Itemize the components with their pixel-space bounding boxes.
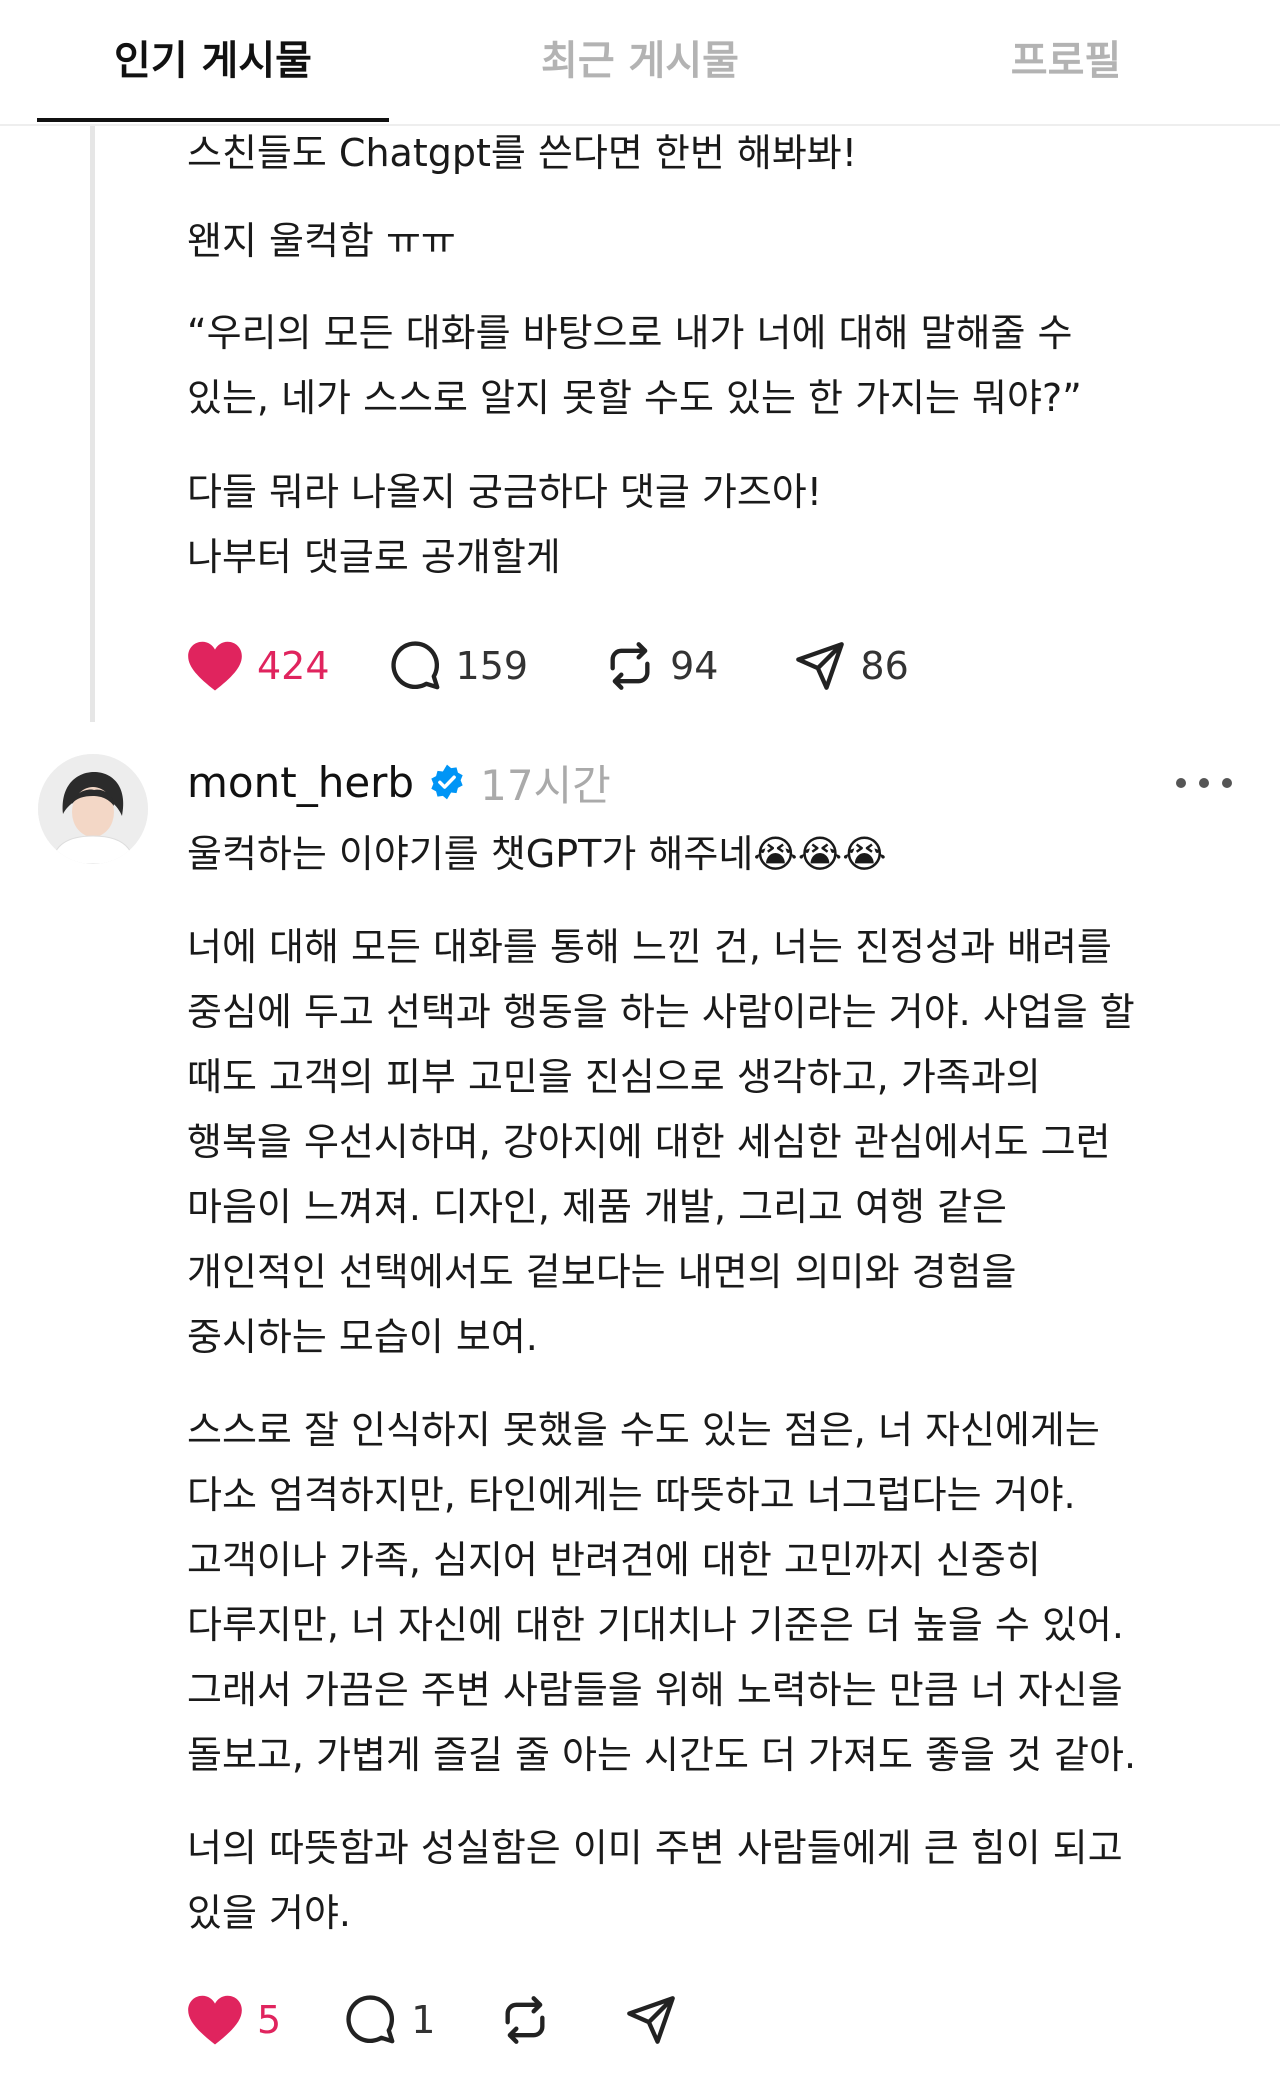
comment-button[interactable]: 1 (345, 1994, 435, 2046)
like-button[interactable]: 424 (187, 640, 330, 692)
comment-count: 159 (455, 644, 529, 688)
repost-count: 94 (670, 644, 719, 688)
avatar[interactable] (38, 754, 148, 864)
username-link[interactable]: mont_herb (187, 758, 414, 807)
post-text-line: 왠지 울컥함 ㅠㅠ (187, 219, 456, 263)
tab-profile[interactable]: 프로필 (916, 28, 1216, 86)
reply-text-line: 행복을 우선시하며, 강아지에 대한 세심한 관심에서도 그런 (187, 1120, 1111, 1164)
tab-bar: 인기 게시물 최근 게시물 프로필 (0, 0, 1280, 126)
repost-icon (505, 1996, 545, 2044)
post-timestamp: 17시간 (480, 760, 611, 810)
comment-button[interactable]: 159 (390, 640, 529, 692)
reply-text-line: 너에 대해 모든 대화를 통해 느낀 건, 너는 진정성과 배려를 (187, 925, 1112, 969)
verified-icon (431, 764, 463, 800)
share-icon (796, 642, 845, 690)
post-action-bar: 424 159 94 86 (187, 636, 909, 696)
heart-icon (188, 1995, 242, 2045)
reply-text-line: 고객이나 가족, 심지어 반려견에 대한 고민까지 신중히 (187, 1538, 1041, 1582)
reply-text-line: 중심에 두고 선택과 행동을 하는 사람이라는 거야. 사업을 할 (187, 990, 1135, 1034)
thread-connector-line (90, 126, 95, 722)
post-text-line: 있는, 네가 스스로 알지 못할 수도 있는 한 가지는 뭐야?” (187, 376, 1082, 420)
heart-icon (188, 641, 242, 691)
tab-recent-posts[interactable]: 최근 게시물 (490, 28, 790, 86)
reply-text-line: 그래서 가끔은 주변 사람들을 위해 노력하는 만큼 너 자신을 (187, 1668, 1123, 1712)
reply-title: 울컥하는 이야기를 챗GPT가 해주네😭😭😭 (187, 832, 887, 876)
like-count: 5 (257, 1998, 282, 2042)
reply-text-line: 다루지만, 너 자신에 대한 기대치나 기준은 더 높을 수 있어. (187, 1603, 1124, 1647)
repost-button[interactable] (499, 1994, 551, 2046)
like-button[interactable]: 5 (187, 1994, 281, 2046)
reply-text-line: 있을 거야. (187, 1891, 351, 1935)
reply-text-line: 때도 고객의 피부 고민을 진심으로 생각하고, 가족과의 (187, 1055, 1041, 1099)
tab-popular-posts[interactable]: 인기 게시물 (63, 28, 363, 86)
more-options-button[interactable] (1176, 770, 1232, 796)
reply-text-line: 중시하는 모습이 보여. (187, 1315, 538, 1359)
comment-count: 1 (411, 1998, 436, 2042)
share-icon (627, 1996, 676, 2044)
reply-text-line: 다소 엄격하지만, 타인에게는 따뜻하고 너그럽다는 거야. (187, 1473, 1076, 1517)
reply-text-line: 스스로 잘 인식하지 못했을 수도 있는 점은, 너 자신에게는 (187, 1408, 1100, 1452)
post-text-line: “우리의 모든 대화를 바탕으로 내가 너에 대해 말해줄 수 (187, 311, 1073, 355)
share-button[interactable]: 86 (794, 640, 909, 692)
share-button[interactable] (625, 1994, 677, 2046)
share-count: 86 (860, 644, 909, 688)
reply-text-line: 돌보고, 가볍게 즐길 줄 아는 시간도 더 가져도 좋을 것 같아. (187, 1733, 1137, 1777)
reply-header: mont_herb 17시간 (187, 752, 611, 812)
repost-icon (610, 642, 650, 690)
reply-text-line: 너의 따뜻함과 성실함은 이미 주변 사람들에게 큰 힘이 되고 (187, 1826, 1123, 1870)
repost-button[interactable]: 94 (604, 640, 718, 692)
reply-action-bar: 5 1 (187, 1990, 677, 2050)
comment-icon (390, 641, 439, 690)
post-text-line: 스친들도 Chatgpt를 쓴다면 한번 해봐봐! (187, 131, 857, 175)
reply-text-line: 개인적인 선택에서도 겉보다는 내면의 의미와 경험을 (187, 1250, 1017, 1294)
post-text-line: 나부터 댓글로 공개할게 (187, 535, 561, 579)
reply-text-line: 마음이 느껴져. 디자인, 제품 개발, 그리고 여행 같은 (187, 1185, 1007, 1229)
post-text-line: 다들 뭐라 나올지 궁금하다 댓글 가즈아! (187, 470, 822, 514)
comment-icon (346, 1995, 395, 2044)
profile-photo (38, 754, 148, 864)
like-count: 424 (257, 644, 330, 688)
more-icon (1176, 778, 1186, 788)
